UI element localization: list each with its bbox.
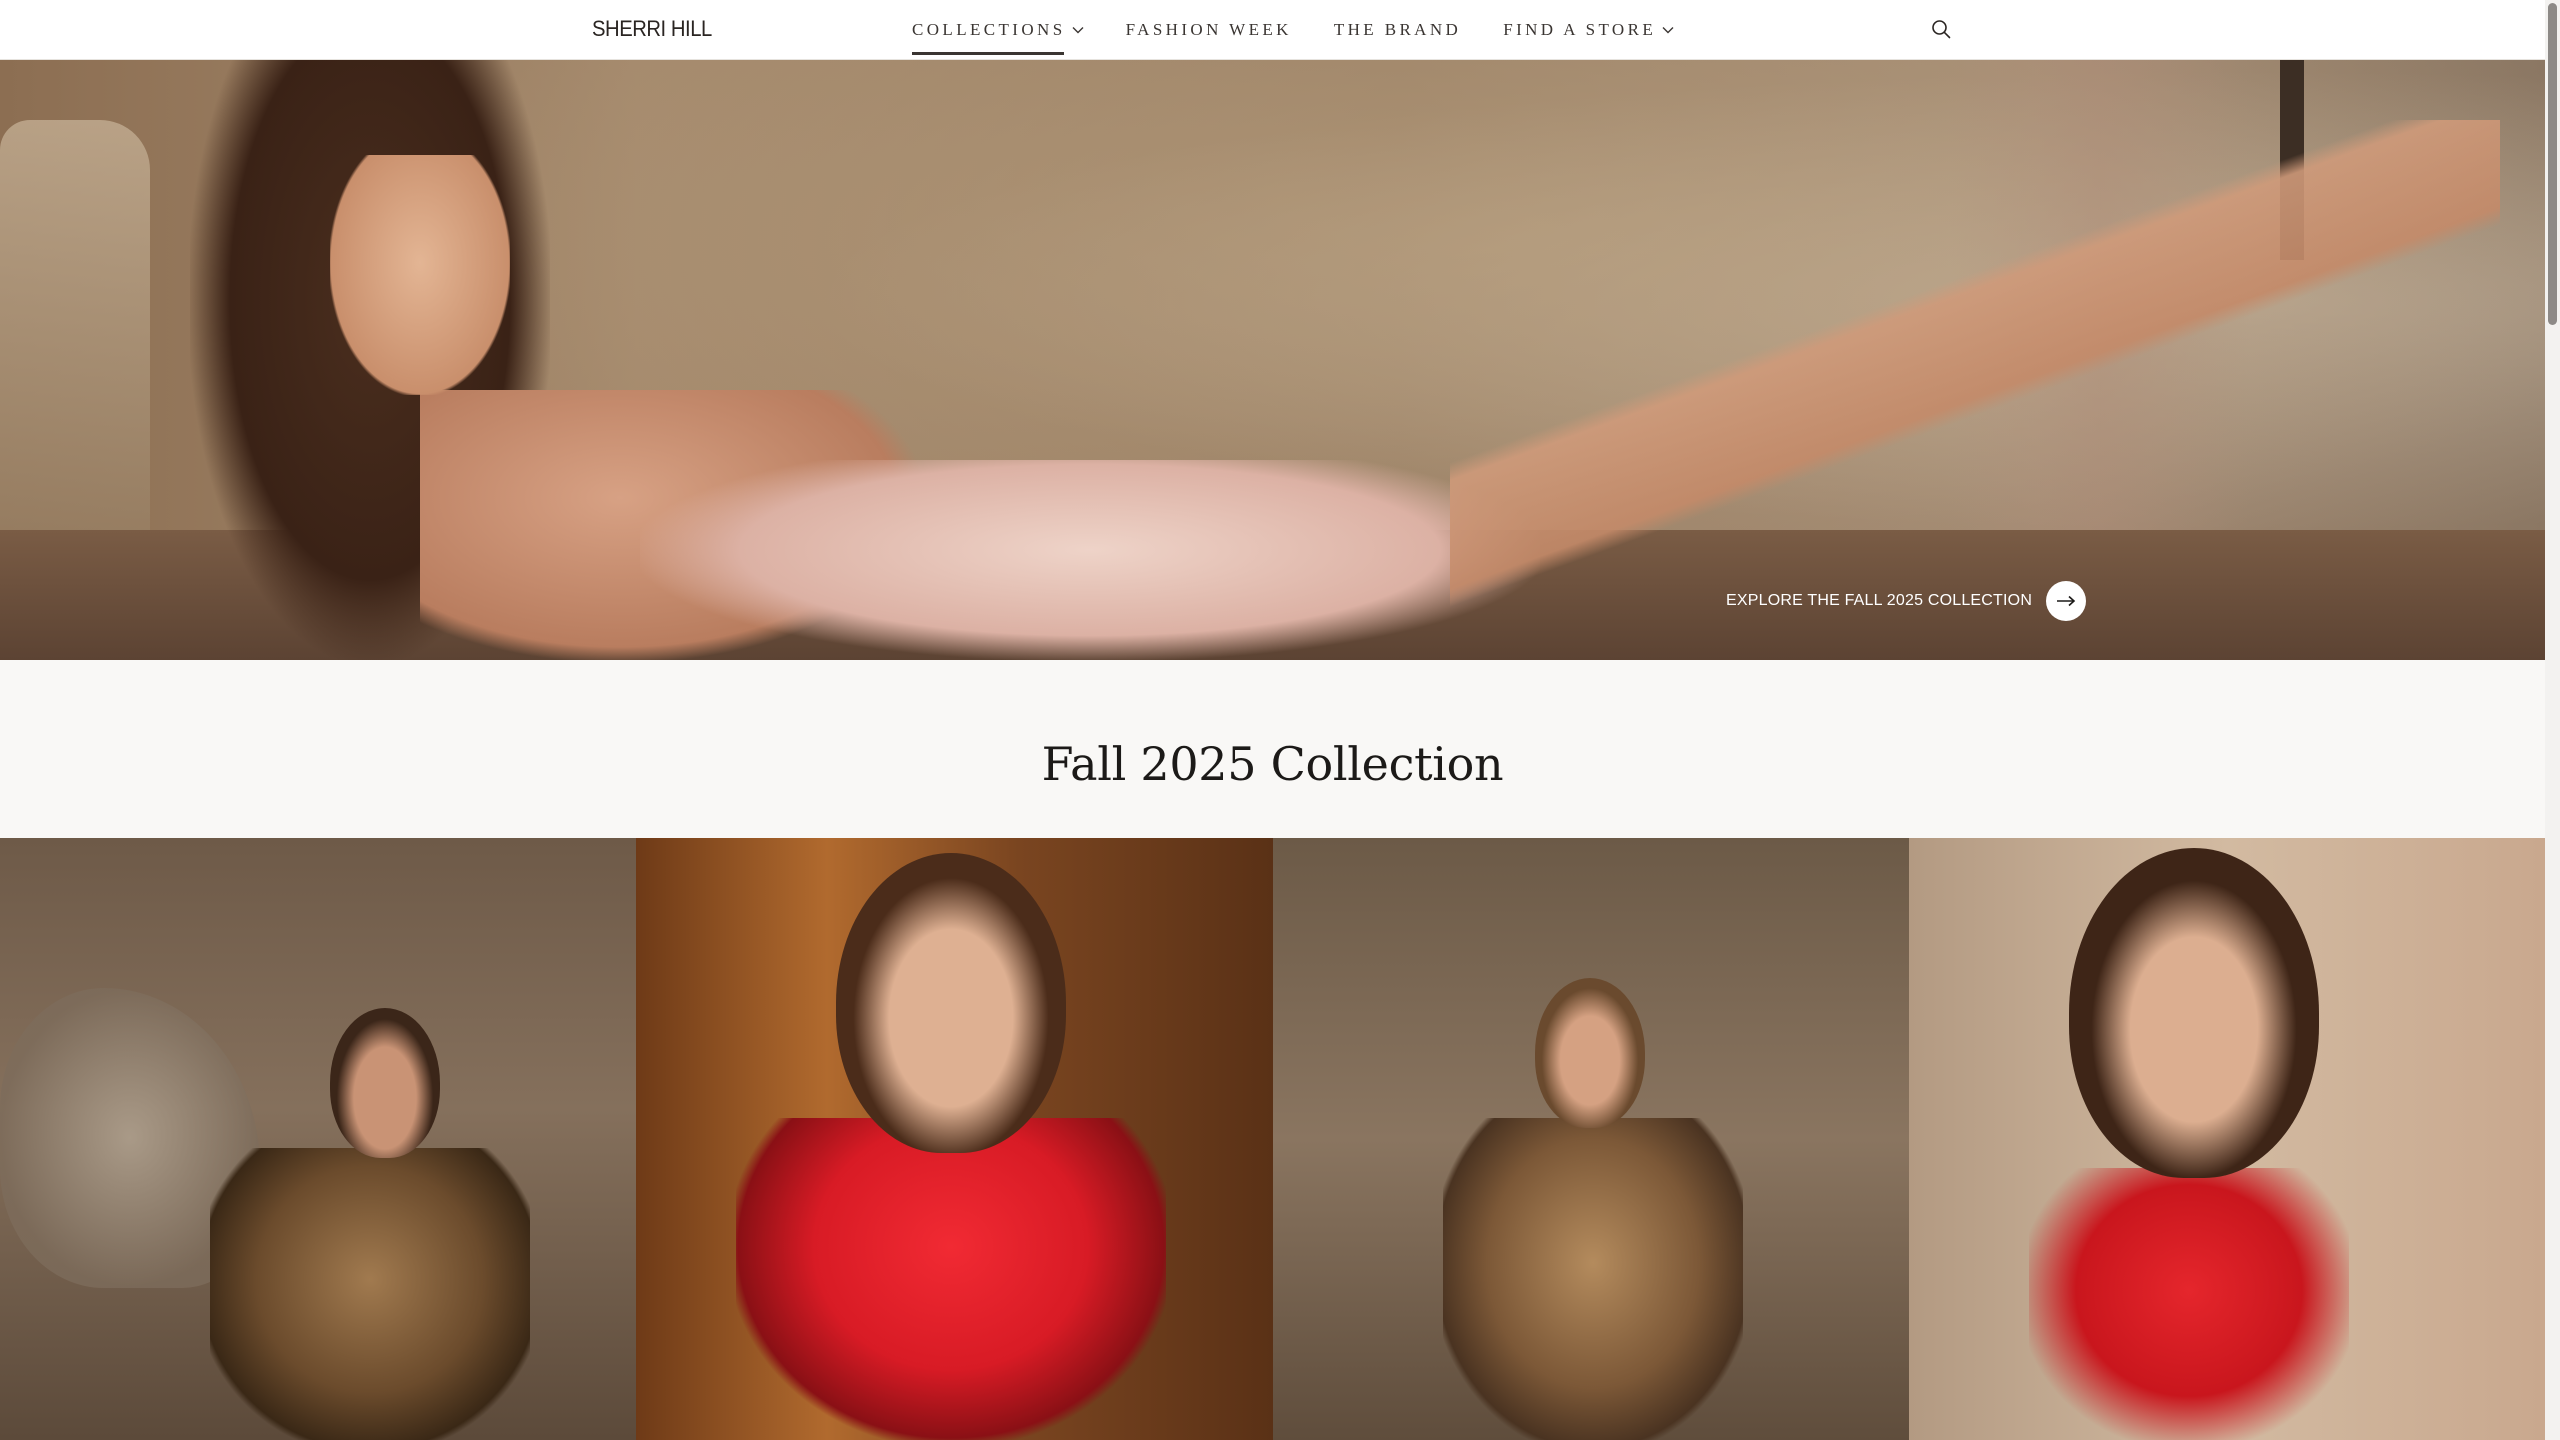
card-model-head [1534, 978, 1645, 1128]
collection-card[interactable] [1272, 838, 1909, 1440]
scrollbar-thumb[interactable] [2548, 3, 2557, 325]
card-model-head [836, 853, 1067, 1153]
nav-item-the-brand[interactable]: THE BRAND [1334, 0, 1461, 60]
brand-logo[interactable]: SHERRI HILL [592, 15, 712, 43]
chevron-down-icon [1662, 26, 1674, 34]
hero-model-dress [640, 460, 1540, 660]
nav-item-label: THE BRAND [1333, 20, 1462, 39]
card-model-dress [2028, 1168, 2349, 1440]
collection-card[interactable] [636, 838, 1273, 1440]
nav-item-collections[interactable]: COLLECTIONS [912, 0, 1084, 60]
hero-banner[interactable] [0, 60, 2545, 660]
site-header: SHERRI HILL COLLECTIONS FASHION WEEK THE… [0, 0, 2545, 60]
collection-grid [0, 838, 2545, 1440]
nav-item-fashion-week[interactable]: FASHION WEEK [1126, 0, 1292, 60]
nav-item-label: FIND A STORE [1503, 20, 1657, 39]
card-model-dress [1442, 1118, 1743, 1440]
collection-card[interactable] [0, 838, 637, 1440]
collection-card[interactable] [1908, 838, 2545, 1440]
hero-model-face [330, 155, 510, 395]
chevron-down-icon [1072, 26, 1084, 34]
card-model-dress [210, 1148, 530, 1440]
nav-item-label: COLLECTIONS [912, 20, 1066, 39]
hero-model-leg [1450, 120, 2500, 640]
card-model-head [2068, 848, 2319, 1178]
nav-item-find-a-store[interactable]: FIND A STORE [1503, 0, 1674, 60]
nav-item-label: FASHION WEEK [1125, 20, 1292, 39]
explore-collection-link[interactable]: EXPLORE THE FALL 2025 COLLECTION [1726, 581, 2087, 621]
explore-collection-label: EXPLORE THE FALL 2025 COLLECTION [1726, 592, 2033, 609]
card-model-dress [736, 1118, 1167, 1440]
arrow-right-icon[interactable] [2046, 581, 2087, 621]
collection-title: Fall 2025 Collection [1041, 737, 1504, 791]
collection-section-header: Fall 2025 Collection [0, 660, 2545, 838]
card-model-head [330, 1008, 440, 1158]
main-nav: COLLECTIONS FASHION WEEK THE BRAND FIND … [912, 0, 1716, 60]
page-scrollbar[interactable] [2545, 0, 2560, 1440]
search-icon[interactable] [1930, 18, 1952, 40]
